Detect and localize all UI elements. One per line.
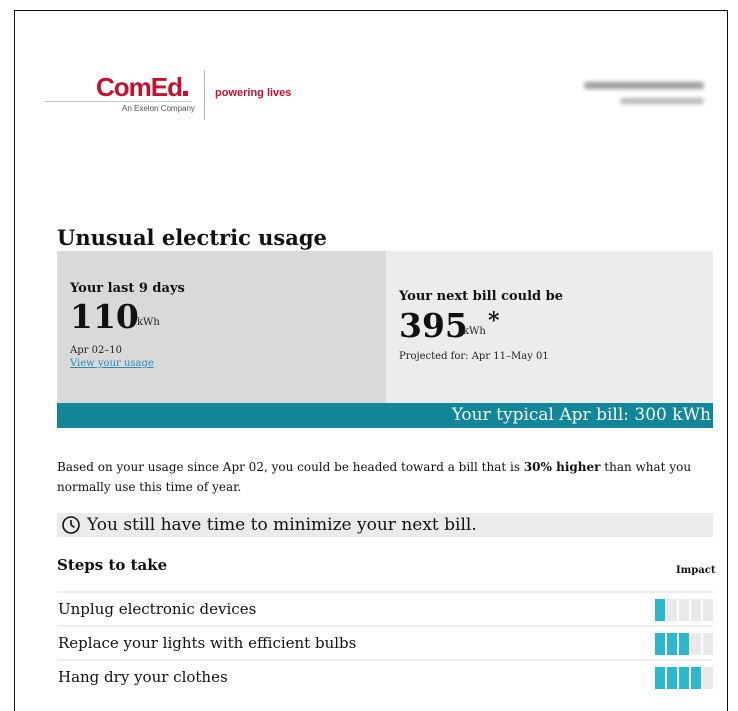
clock-icon [62, 516, 80, 534]
step-divider [57, 625, 713, 627]
time-notice-banner: You still have time to minimize your nex… [57, 513, 713, 537]
steps-heading: Steps to take [57, 556, 168, 574]
last-days-panel: Your last 9 days 110 kWh Apr 02–10 View … [57, 251, 386, 403]
impact-segment-filled [667, 633, 677, 655]
impact-segment-filled [691, 667, 701, 689]
last-days-unit: kWh [137, 317, 160, 328]
comed-logo: ComEd An Exelon Company [44, 70, 204, 122]
redacted-account-number [620, 98, 704, 104]
projected-period: Projected for: Apr 11–May 01 [399, 351, 549, 362]
impact-segment-filled [667, 667, 677, 689]
next-bill-unit: kWh [463, 326, 486, 337]
last-days-value: 110 [70, 297, 139, 336]
step-row: Replace your lights with efficient bulbs [57, 631, 713, 657]
impact-segment-empty [703, 599, 713, 621]
typical-bill-text: Your typical Apr bill: 300 kWh [451, 405, 711, 425]
next-bill-asterisk: * [488, 308, 500, 334]
time-notice-text: You still have time to minimize your nex… [87, 515, 477, 535]
impact-heading: Impact [676, 565, 716, 576]
impact-segment-empty [691, 633, 701, 655]
last-days-label: Your last 9 days [70, 281, 185, 296]
step-row: Unplug electronic devices [57, 597, 713, 623]
impact-segment-empty [691, 599, 701, 621]
next-bill-panel: Your next bill could be 395 kWh * Projec… [386, 251, 713, 403]
step-row: Hang dry your clothes [57, 665, 713, 691]
summary-highlight: 30% higher [523, 460, 601, 474]
logo-divider [204, 70, 205, 120]
logo-subtitle: An Exelon Company [122, 104, 195, 113]
impact-segment-empty [703, 633, 713, 655]
typical-bill-bar: Your typical Apr bill: 300 kWh [57, 403, 713, 428]
impact-meter [655, 667, 713, 689]
impact-meter [655, 633, 713, 655]
next-bill-label: Your next bill could be [399, 289, 564, 304]
impact-segment-filled [679, 667, 689, 689]
summary-text-start: Based on your usage since Apr 02, you co… [57, 460, 524, 474]
impact-segment-empty [703, 667, 713, 689]
view-usage-link[interactable]: View your usage [70, 358, 154, 369]
step-label: Unplug electronic devices [58, 600, 257, 618]
impact-meter [655, 599, 713, 621]
impact-segment-filled [655, 599, 665, 621]
impact-segment-filled [679, 633, 689, 655]
logo-dot [183, 91, 188, 96]
email-header: ComEd An Exelon Company powering lives [44, 70, 704, 130]
impact-segment-empty [679, 599, 689, 621]
page-title: Unusual electric usage [57, 225, 327, 250]
step-label: Hang dry your clothes [58, 668, 228, 686]
next-bill-value: 395 [399, 306, 468, 345]
brand-tagline: powering lives [215, 87, 292, 99]
step-label: Replace your lights with efficient bulbs [58, 634, 357, 652]
redacted-name [584, 82, 704, 89]
impact-segment-empty [667, 599, 677, 621]
usage-summary: Based on your usage since Apr 02, you co… [57, 457, 712, 497]
impact-segment-filled [655, 667, 665, 689]
step-divider [57, 659, 713, 661]
logo-wordmark: ComEd [96, 72, 188, 103]
redacted-account-info [584, 82, 704, 104]
impact-segment-filled [655, 633, 665, 655]
last-days-date-range: Apr 02–10 [70, 345, 123, 356]
steps-divider [57, 591, 713, 593]
